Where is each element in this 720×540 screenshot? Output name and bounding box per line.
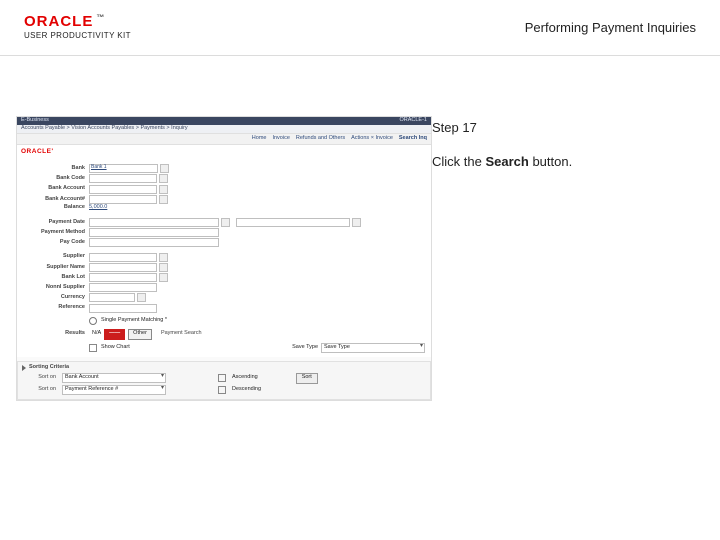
step-label: Step 17	[432, 120, 680, 135]
brand-text: ORACLE	[24, 15, 93, 29]
lbl-bank: Bank	[23, 166, 89, 172]
lbl-pay-code: Pay Code	[23, 240, 89, 246]
lbl-bank-code: Bank Code	[23, 176, 89, 182]
input-reference[interactable]	[89, 304, 157, 313]
lbl-supplier: Supplier	[23, 254, 89, 260]
screenshot-frame: E-Business ORACLE-1 Accounts Payable > V…	[0, 116, 432, 401]
lov-icon[interactable]	[159, 273, 168, 282]
input-bank-account[interactable]	[89, 185, 157, 194]
sorting-panel: Sorting Criteria Sort on Bank Account As…	[17, 361, 431, 400]
input-payment-method[interactable]	[89, 228, 219, 237]
instr-after: button.	[529, 154, 572, 169]
brand-subtitle: USER PRODUCTIVITY KIT	[24, 31, 131, 40]
breadcrumb: Accounts Payable > Vision Accounts Payab…	[17, 125, 431, 133]
app-brand-row: ORACLE'	[17, 145, 431, 159]
sorting-title: Sorting Criteria	[29, 365, 69, 371]
checkbox-desc[interactable]	[218, 386, 226, 394]
input-currency[interactable]	[89, 293, 135, 302]
calendar-icon[interactable]	[352, 218, 361, 227]
input-pay-code[interactable]	[89, 238, 219, 247]
tab-search-inq[interactable]: Search Inq	[399, 136, 427, 142]
results-na: N/A	[92, 331, 101, 337]
input-bank-account-no[interactable]	[89, 195, 157, 204]
lov-icon[interactable]	[159, 253, 168, 262]
embedded-app: E-Business ORACLE-1 Accounts Payable > V…	[16, 116, 432, 401]
lbl-nonnl-supplier: Nonnl Supplier	[23, 285, 89, 291]
titlebar-left: E-Business	[21, 118, 49, 124]
lbl-balance: Balance	[23, 205, 89, 211]
disclosure-icon[interactable]	[22, 365, 26, 371]
lbl-payment-method: Payment Method	[23, 230, 89, 236]
lbl-currency: Currency	[23, 295, 89, 301]
radio-single-payment[interactable]	[89, 317, 97, 325]
lov-icon[interactable]	[159, 195, 168, 204]
lbl-bank-lot: Bank Lot	[23, 275, 89, 281]
lov-icon[interactable]	[160, 164, 169, 173]
header: ORACLE ™ USER PRODUCTIVITY KIT Performin…	[0, 0, 720, 56]
tab-home[interactable]: Home	[252, 136, 267, 142]
app-titlebar: E-Business ORACLE-1	[17, 117, 431, 125]
lbl-results: Results	[23, 331, 89, 337]
oracle-logo: ORACLE ™	[24, 15, 105, 29]
lbl-save-type: Save Type	[292, 345, 318, 351]
input-payment-date-from[interactable]	[89, 218, 219, 227]
tab-invoice[interactable]: Invoice	[272, 136, 289, 142]
meta-row: Show Chart Save Type Save Type	[23, 343, 425, 353]
input-supplier-name[interactable]	[89, 263, 157, 272]
lbl-desc: Descending	[232, 387, 261, 393]
calendar-icon[interactable]	[221, 218, 230, 227]
input-payment-date-to[interactable]	[236, 218, 350, 227]
radio-label: Single Payment Matching *	[101, 318, 167, 324]
lbl-reference: Reference	[23, 305, 89, 311]
select-sort-1[interactable]: Bank Account	[62, 373, 166, 383]
lov-icon[interactable]	[159, 185, 168, 194]
tab-actions[interactable]: Actions × Invoice	[351, 136, 393, 142]
input-bank-code[interactable]	[89, 174, 157, 183]
lbl-sort-on-1: Sort on	[22, 375, 56, 381]
checkbox-asc[interactable]	[218, 374, 226, 382]
balance-link[interactable]: 5,000.0	[89, 205, 107, 211]
app-tabs: Home Invoice Refunds and Others Actions …	[17, 133, 431, 145]
titlebar-right: ORACLE-1	[399, 118, 427, 124]
lbl-bank-account: Bank Account	[23, 186, 89, 192]
instruction-text: Click the Search button.	[432, 153, 680, 171]
lbl-payment-date: Payment Date	[23, 220, 89, 226]
lbl-show-chart: Show Chart	[101, 345, 130, 351]
lov-icon[interactable]	[159, 263, 168, 272]
lbl-asc: Ascending	[232, 375, 258, 381]
breadcrumb-text: Accounts Payable > Vision Accounts Payab…	[21, 126, 188, 132]
brand-block: ORACLE ™ USER PRODUCTIVITY KIT	[24, 15, 131, 40]
instruction-pane: Step 17 Click the Search button.	[432, 116, 688, 401]
oracle-mini-logo: ORACLE'	[21, 149, 54, 156]
results-heading: Payment Search	[161, 331, 202, 337]
input-bank[interactable]: Bank 1	[89, 164, 158, 173]
tab-refunds[interactable]: Refunds and Others	[296, 136, 345, 142]
tab-other[interactable]: Other	[128, 329, 152, 340]
results-bar: Results N/A —— Other Payment Search	[23, 329, 425, 340]
lov-icon[interactable]	[137, 293, 146, 302]
instr-bold: Search	[485, 154, 528, 169]
checkbox-show-chart[interactable]	[89, 344, 97, 352]
search-button[interactable]: ——	[104, 329, 125, 340]
trademark: ™	[96, 11, 105, 25]
sort-button[interactable]: Sort	[296, 373, 318, 384]
lbl-supplier-name: Supplier Name	[23, 265, 89, 271]
input-nonnl-supplier[interactable]	[89, 283, 157, 292]
radio-row: Single Payment Matching *	[23, 317, 425, 325]
select-save-type[interactable]: Save Type	[321, 343, 425, 353]
lov-icon[interactable]	[159, 174, 168, 183]
topic-title: Performing Payment Inquiries	[525, 20, 696, 35]
search-form: BankBank 1 Bank Code Bank Account Bank A…	[17, 159, 431, 357]
select-sort-2[interactable]: Payment Reference #	[62, 385, 166, 395]
instr-before: Click the	[432, 154, 485, 169]
lbl-sort-on-2: Sort on	[22, 387, 56, 393]
input-bank-lot[interactable]	[89, 273, 157, 282]
lbl-bank-account-no: Bank Account#	[23, 197, 89, 203]
input-supplier[interactable]	[89, 253, 157, 262]
